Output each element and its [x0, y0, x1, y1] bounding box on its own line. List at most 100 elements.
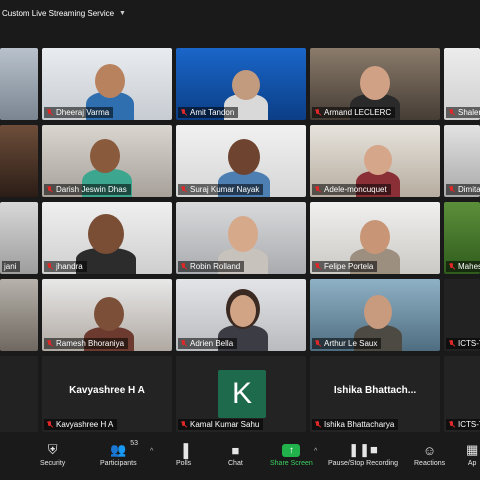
people-icon: 👥 53 [110, 440, 138, 457]
bar-chart-icon: ▐ [178, 442, 189, 458]
live-stream-dropdown[interactable]: Custom Live Streaming Service ▼ [0, 4, 132, 22]
participant-face [228, 216, 258, 252]
video-tile-ramesh[interactable]: Ramesh Bhoraniya [42, 279, 172, 351]
name-label: Darish Jeswin Dhas [44, 184, 131, 195]
mic-muted-icon [180, 108, 188, 117]
name-label: Mahes [446, 261, 480, 272]
apps-label: Ap [467, 460, 477, 467]
name-label: Kamal Kumar Sahu [178, 419, 264, 430]
video-tile-felipe[interactable]: Felipe Portela [310, 202, 440, 274]
name-label: ICTS-T [446, 338, 480, 349]
video-tile-icts-2[interactable]: ICTS-T [444, 356, 480, 432]
video-tile-armand[interactable]: Armand LECLERC [310, 48, 440, 120]
participant-face [364, 295, 392, 329]
security-label: Security [40, 460, 66, 467]
mic-muted-icon [46, 420, 54, 429]
chat-label: Chat [228, 460, 243, 467]
name-label: Robin Rolland [178, 261, 245, 272]
video-tile-adele[interactable]: Adele-moncuquet [310, 125, 440, 197]
participant-face [90, 139, 120, 173]
chat-button[interactable]: ■ Chat [228, 442, 243, 468]
share-screen-icon: ↑ [282, 442, 301, 458]
avatar: K [218, 370, 266, 418]
pause-stop-icon: ❚❚■ [348, 442, 378, 457]
name-label: ICTS-T [446, 419, 480, 430]
mic-muted-icon [314, 262, 322, 271]
name-label: Adrien Bella [178, 338, 238, 349]
mic-muted-icon [448, 108, 456, 117]
mic-muted-icon [448, 420, 456, 429]
participants-label: Participants [100, 460, 137, 467]
name-label: Amit Tandon [178, 107, 239, 118]
name-label: jhandra [44, 261, 87, 272]
share-screen-button[interactable]: ↑ Share Screen [270, 442, 313, 467]
mic-muted-icon [314, 339, 322, 348]
participant-face [95, 64, 125, 98]
video-tile-kamal[interactable]: K Kamal Kumar Sahu [176, 356, 306, 432]
mic-muted-icon [46, 339, 54, 348]
participant-name-center: Ishika Bhattach... [333, 384, 417, 396]
participant-name-center: Kavyashree H A [69, 384, 145, 396]
polls-button[interactable]: ▐ Polls [176, 442, 192, 468]
name-label: Shaler [446, 107, 480, 118]
video-tile-shalen[interactable]: Shaler [444, 48, 480, 120]
mic-muted-icon [448, 185, 456, 194]
security-button[interactable]: ⛨ Security [40, 442, 65, 467]
pause-stop-recording-button[interactable]: ❚❚■ Pause/Stop Recording [328, 442, 398, 467]
participants-options-caret-icon[interactable]: ^ [150, 448, 153, 455]
participant-face [228, 139, 260, 175]
participant-face [360, 220, 390, 254]
mic-muted-icon [314, 108, 322, 117]
video-tile-kavyashree[interactable]: Kavyashree H A Kavyashree H A [42, 356, 172, 432]
mic-muted-icon [180, 339, 188, 348]
share-screen-label: Share Screen [270, 460, 313, 467]
video-tile-partial-left-1[interactable] [0, 48, 38, 120]
participant-face [360, 66, 390, 100]
share-options-caret-icon[interactable]: ^ [314, 448, 317, 455]
polls-label: Polls [176, 460, 192, 467]
video-tile-amit[interactable]: Amit Tandon [176, 48, 306, 120]
reactions-label: Reactions [414, 460, 446, 467]
mic-muted-icon [448, 262, 456, 271]
gallery-grid: Dheeraj Varma Amit Tandon Armand LECLERC… [0, 48, 480, 432]
video-tile-jani[interactable]: jani [0, 202, 38, 274]
participant-face [88, 214, 124, 254]
mic-muted-icon [314, 420, 322, 429]
stream-label-text: Custom Live Streaming Service [2, 8, 115, 18]
video-tile-partial-left-4[interactable] [0, 279, 38, 351]
mic-muted-icon [180, 185, 188, 194]
participants-button[interactable]: 👥 53 Participants [100, 440, 138, 467]
video-tile-dimita[interactable]: Dimita [444, 125, 480, 197]
mic-muted-icon [448, 339, 456, 348]
apps-button[interactable]: ▦ Ap [466, 442, 478, 467]
name-label: Adele-moncuquet [312, 184, 391, 195]
mic-muted-icon [314, 185, 322, 194]
participants-count: 53 [130, 440, 138, 447]
name-label: Ramesh Bhoraniya [44, 338, 129, 349]
video-tile-arthur[interactable]: Arthur Le Saux [310, 279, 440, 351]
video-tile-darish[interactable]: Darish Jeswin Dhas [42, 125, 172, 197]
video-tile-adrien[interactable]: Adrien Bella [176, 279, 306, 351]
video-tile-mahes[interactable]: Mahes [444, 202, 480, 274]
name-label: Armand LECLERC [312, 107, 396, 118]
video-tile-dheeraj[interactable]: Dheeraj Varma [42, 48, 172, 120]
meeting-toolbar: ⛨ Security 👥 53 Participants ^ ▐ Polls ■ … [0, 432, 480, 480]
video-tile-icts-1[interactable]: ICTS-T [444, 279, 480, 351]
mic-muted-icon [180, 262, 188, 271]
reactions-button[interactable]: ☺ Reactions [414, 442, 446, 468]
chevron-down-icon: ▼ [119, 9, 126, 17]
video-tile-partial-left-5[interactable] [0, 356, 38, 432]
mic-muted-icon [46, 108, 54, 117]
recording-label: Pause/Stop Recording [328, 460, 399, 467]
video-tile-ishika[interactable]: Ishika Bhattach... Ishika Bhattacharya [310, 356, 440, 432]
mic-muted-icon [46, 185, 54, 194]
top-bar: Custom Live Streaming Service ▼ [0, 0, 480, 30]
video-tile-robin[interactable]: Robin Rolland [176, 202, 306, 274]
video-tile-suraj[interactable]: Suraj Kumar Nayak [176, 125, 306, 197]
name-label: Felipe Portela [312, 261, 378, 272]
video-tile-jhandra[interactable]: jhandra [42, 202, 172, 274]
mic-muted-icon [180, 420, 188, 429]
shield-icon: ⛨ [47, 442, 58, 457]
video-tile-partial-left-2[interactable] [0, 125, 38, 197]
chat-bubble-icon: ■ [231, 442, 240, 458]
